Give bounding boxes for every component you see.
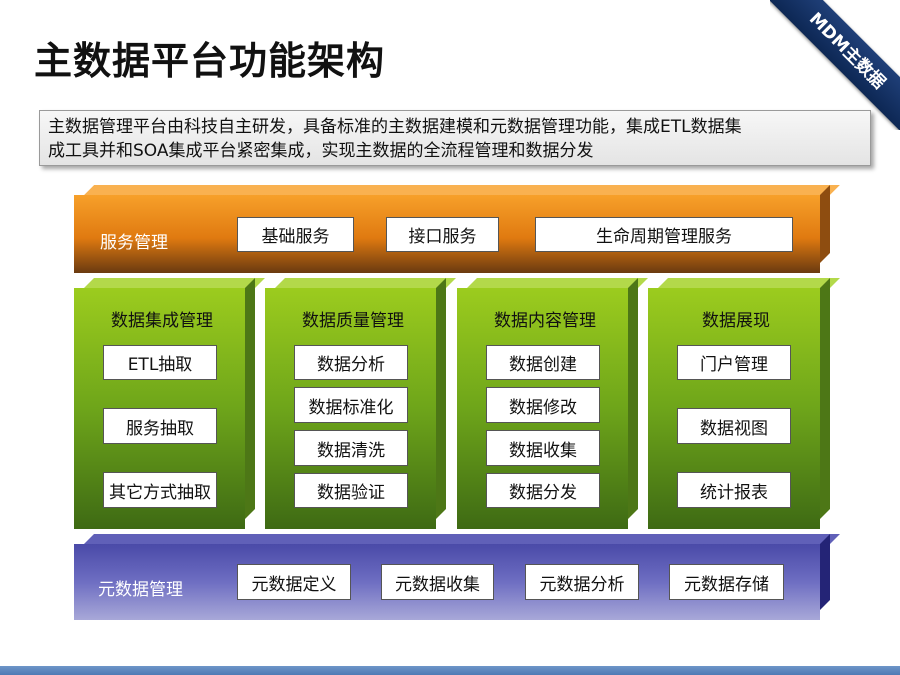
integration-item-etl: ETL抽取: [103, 345, 217, 380]
content-item-create: 数据创建: [486, 345, 600, 380]
column-title-content: 数据内容管理: [494, 311, 596, 331]
meta-item-store: 元数据存储: [669, 564, 784, 600]
column-quality-top: [275, 278, 456, 288]
column-title-presentation: 数据展现: [702, 311, 770, 331]
column-presentation-top: [658, 278, 840, 288]
quality-item-cleanse: 数据清洗: [294, 430, 408, 466]
column-integration-top: [84, 278, 265, 288]
presentation-item-view: 数据视图: [677, 408, 791, 444]
description-line-1: 主数据管理平台由科技自主研发，具备标准的主数据建模和元数据管理功能，集成ETL数…: [48, 117, 742, 137]
footer-bar: [0, 666, 900, 675]
column-title-quality: 数据质量管理: [302, 311, 404, 331]
quality-item-analysis: 数据分析: [294, 345, 408, 380]
presentation-item-portal: 门户管理: [677, 345, 791, 380]
description-line-2: 成工具并和SOA集成平台紧密集成，实现主数据的全流程管理和数据分发: [48, 141, 594, 161]
service-item-basic: 基础服务: [237, 217, 354, 252]
metadata-layer-top: [84, 534, 840, 544]
quality-item-standardize: 数据标准化: [294, 387, 408, 423]
metadata-layer-label: 元数据管理: [98, 580, 183, 600]
content-item-distribute: 数据分发: [486, 473, 600, 508]
description-box: 主数据管理平台由科技自主研发，具备标准的主数据建模和元数据管理功能，集成ETL数…: [39, 110, 871, 166]
column-content-top: [467, 278, 648, 288]
column-title-integration: 数据集成管理: [111, 311, 213, 331]
service-layer-side: [820, 185, 830, 263]
meta-item-collect: 元数据收集: [381, 564, 494, 600]
integration-item-service: 服务抽取: [103, 408, 217, 444]
content-item-collect: 数据收集: [486, 430, 600, 466]
service-item-interface: 接口服务: [386, 217, 499, 252]
meta-item-analyze: 元数据分析: [525, 564, 639, 600]
service-layer-label: 服务管理: [100, 233, 168, 253]
service-item-lifecycle: 生命周期管理服务: [535, 217, 793, 252]
content-item-modify: 数据修改: [486, 387, 600, 423]
metadata-layer-side: [820, 534, 830, 610]
presentation-item-report: 统计报表: [677, 472, 791, 508]
quality-item-validate: 数据验证: [294, 473, 408, 508]
service-layer-top: [84, 185, 840, 195]
meta-item-define: 元数据定义: [237, 564, 351, 600]
page-title: 主数据平台功能架构: [34, 39, 386, 83]
integration-item-other: 其它方式抽取: [103, 472, 217, 508]
